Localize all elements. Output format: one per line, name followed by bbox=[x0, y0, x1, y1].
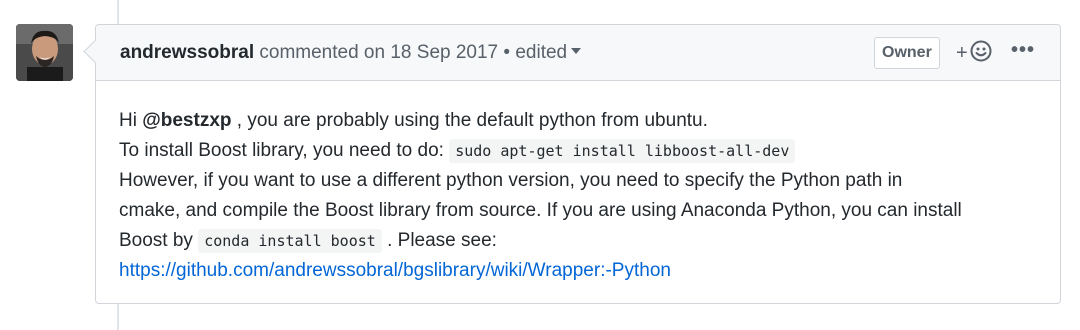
owner-badge: Owner bbox=[874, 37, 940, 69]
body-line-6: https://github.com/andrewssobral/bgslibr… bbox=[119, 256, 1042, 286]
avatar[interactable] bbox=[16, 24, 73, 81]
body-line-1: Hi @bestzxp , you are probably using the… bbox=[119, 106, 1042, 136]
plus-label: + bbox=[956, 42, 968, 64]
kebab-horizontal-icon[interactable]: ••• bbox=[1011, 35, 1035, 65]
author-link[interactable]: andrewssobral bbox=[120, 42, 254, 63]
code-conda-install: conda install boost bbox=[198, 229, 382, 253]
wiki-link[interactable]: https://github.com/andrewssobral/bgslibr… bbox=[119, 260, 671, 281]
comment-meta: andrewssobral commented on 18 Sep 2017 •… bbox=[120, 42, 582, 64]
body-line-4: cmake, and compile the Boost library fro… bbox=[119, 200, 962, 221]
code-install-libboost: sudo apt-get install libboost-all-dev bbox=[449, 139, 796, 163]
body-line-5: Boost by conda install boost . Please se… bbox=[119, 226, 1042, 256]
action-text: commented on bbox=[259, 42, 386, 63]
line5-post: . Please see: bbox=[381, 230, 497, 251]
add-reaction-button[interactable]: + bbox=[956, 39, 992, 67]
comment-header: andrewssobral commented on 18 Sep 2017 •… bbox=[96, 25, 1060, 81]
edited-label: edited bbox=[515, 42, 568, 63]
edited-dropdown[interactable]: edited bbox=[515, 42, 582, 63]
line5-pre: Boost by bbox=[119, 230, 199, 251]
comment-box: andrewssobral commented on 18 Sep 2017 •… bbox=[95, 24, 1061, 304]
line2-pre: To install Boost library, you need to do… bbox=[119, 140, 450, 161]
caret-down-icon bbox=[571, 48, 582, 55]
comment-body: Hi @bestzxp , you are probably using the… bbox=[119, 106, 1042, 286]
user-mention[interactable]: @bestzxp bbox=[142, 110, 231, 131]
body-line-3: However, if you want to use a different … bbox=[119, 170, 903, 191]
line1-post: , you are probably using the default pyt… bbox=[231, 110, 708, 131]
body-line-2: To install Boost library, you need to do… bbox=[119, 136, 1042, 166]
line1-pre: Hi bbox=[119, 110, 143, 131]
timestamp-link[interactable]: 18 Sep 2017 bbox=[390, 42, 498, 63]
smiley-icon bbox=[970, 40, 992, 67]
separator-dot: • bbox=[503, 42, 511, 63]
